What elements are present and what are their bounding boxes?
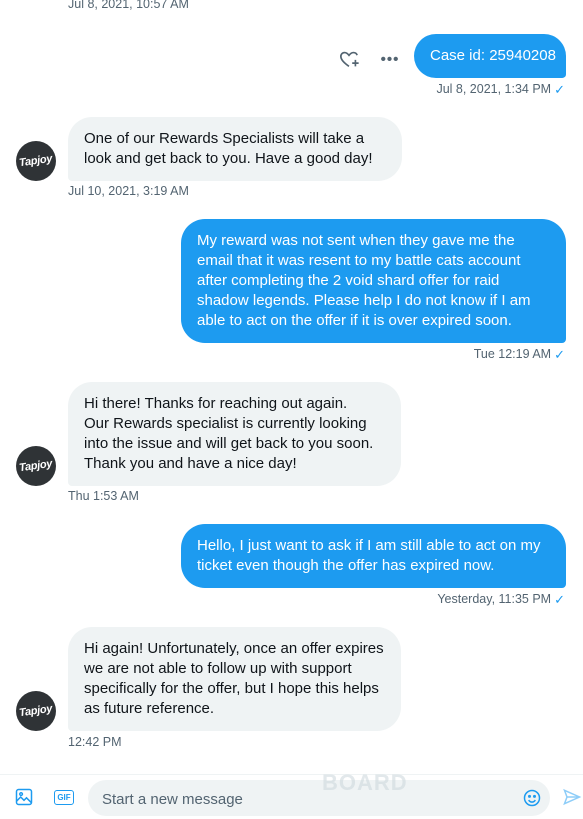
message-line: specifically for the offer, but I hope t…	[84, 680, 379, 697]
avatar[interactable]: Tapjoy	[16, 691, 56, 731]
message-bubble-outgoing[interactable]: My reward was not sent when they gave me…	[181, 219, 566, 343]
more-horizontal-icon: •••	[380, 50, 400, 68]
message-line: Our Rewards specialist is currently look…	[84, 415, 367, 432]
message-timestamp: Tue 12:19 AM ✓	[473, 347, 565, 362]
message-bubble-incoming[interactable]: Hi there! Thanks for reaching out again.…	[68, 382, 401, 486]
message-bubble-incoming[interactable]: Hi again! Unfortunately, once an offer e…	[68, 627, 401, 731]
message-line: after completing the 2 void shard offer …	[197, 272, 500, 289]
message-timestamp: Jul 8, 2021, 1:34 PM ✓	[436, 82, 565, 97]
tapjoy-logo: Tapjoy	[18, 457, 54, 475]
message-line: we are not able to follow up with suppor…	[84, 660, 352, 677]
more-options-button[interactable]: •••	[376, 46, 404, 72]
message-line: look and get back to you. Have a good da…	[84, 150, 373, 167]
message-line: shadow legends. Please help I do not kno…	[197, 292, 531, 309]
gif-button[interactable]: GIF	[52, 786, 76, 808]
message-bubble-outgoing[interactable]: Hello, I just want to ask if I am still …	[181, 524, 566, 588]
message-timestamp: Yesterday, 11:35 PM ✓	[437, 592, 565, 607]
send-button[interactable]	[560, 785, 583, 809]
read-check-icon: ✓	[554, 82, 565, 97]
message-input[interactable]	[100, 780, 514, 818]
message-composer: GIF	[0, 774, 583, 819]
emoji-icon	[523, 789, 541, 807]
avatar[interactable]: Tapjoy	[16, 446, 56, 486]
watermark: BOARD	[322, 770, 408, 795]
message-line: Hi again! Unfortunately, once an offer e…	[84, 640, 384, 657]
image-icon	[15, 788, 33, 806]
message-line: ticket even though the offer has expired…	[197, 557, 495, 574]
heart-plus-icon	[340, 51, 359, 68]
tapjoy-logo: Tapjoy	[18, 152, 54, 170]
message-line: into the issue and will get back to you …	[84, 435, 374, 452]
message-line: able to act on the offer if it is over e…	[197, 312, 512, 329]
message-line: email that it was resent to my battle ca…	[197, 252, 521, 269]
message-timestamp: Jul 10, 2021, 3:19 AM	[68, 184, 189, 198]
message-bubble-case-id[interactable]: Case id: 25940208	[414, 34, 566, 78]
message-line: My reward was not sent when they gave me…	[197, 232, 515, 249]
message-line: as future reference.	[84, 700, 215, 717]
react-button[interactable]	[336, 46, 362, 72]
read-check-icon: ✓	[554, 592, 565, 607]
message-timestamp: 12:42 PM	[68, 735, 122, 749]
message-line: Thank you and have a nice day!	[84, 455, 297, 472]
media-button[interactable]	[12, 785, 36, 809]
message-text: Case id: 25940208	[430, 47, 556, 64]
message-input-container	[88, 780, 550, 818]
message-timestamp: Thu 1:53 AM	[68, 489, 139, 503]
message-timestamp: Jul 8, 2021, 10:57 AM	[68, 0, 189, 11]
message-line: Hi there! Thanks for reaching out again.	[84, 395, 348, 412]
avatar[interactable]: Tapjoy	[16, 141, 56, 181]
read-check-icon: ✓	[554, 347, 565, 362]
gif-icon: GIF	[54, 789, 74, 805]
message-line: Hello, I just want to ask if I am still …	[197, 537, 541, 554]
message-bubble-incoming[interactable]: One of our Rewards Specialists will take…	[68, 117, 402, 181]
tapjoy-logo: Tapjoy	[18, 702, 54, 720]
message-line: One of our Rewards Specialists will take…	[84, 130, 365, 147]
send-icon	[563, 788, 582, 806]
emoji-button[interactable]	[520, 786, 544, 810]
